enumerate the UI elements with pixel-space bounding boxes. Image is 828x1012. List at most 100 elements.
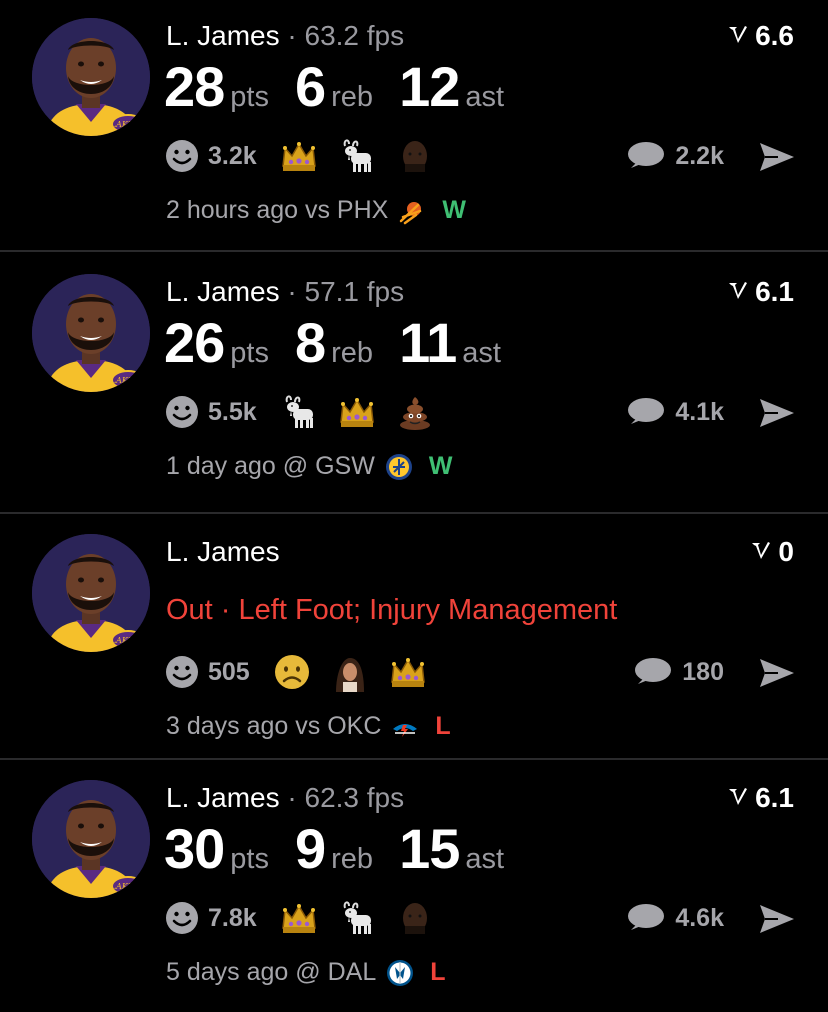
crown-icon[interactable] [279,898,319,938]
rating-icon [727,276,749,308]
crown-icon[interactable] [337,392,377,432]
comments-button[interactable]: 180 [632,656,724,688]
share-button[interactable] [758,140,796,174]
svg-text:LAKERS: LAKERS [110,120,146,129]
svg-text:LAKERS: LAKERS [110,636,146,645]
game-result: W [428,452,453,480]
comments-button[interactable]: 2.2k [625,140,724,172]
reaction-count: 505 [208,657,250,686]
reaction-button[interactable]: 505 [164,654,250,690]
game-result: L [430,958,446,986]
share-button[interactable] [758,656,796,690]
reaction-count: 7.8k [208,903,257,932]
game-time-opponent[interactable]: 2 hours ago vs PHX [166,196,388,225]
player-name-line: L. James · 57.1 fps [166,276,404,308]
comment-count: 4.1k [675,397,724,426]
game-meta: 1 day ago @ GSW W [166,452,452,481]
comment-count: 180 [682,657,724,686]
comment-bubble-icon [628,398,665,424]
stat-value: 11 [399,311,457,374]
share-button[interactable] [758,396,796,430]
fps-label: · 57.1 fps [279,276,405,307]
stat-value: 30 [164,817,225,880]
goat-icon[interactable] [337,898,377,938]
player-avatar[interactable]: LAKERS [32,780,150,898]
reactions-row: 3.2k [164,136,453,176]
game-result: L [435,712,451,740]
reactions-row: 505 [164,652,446,692]
reactions-row: 7.8k [164,898,453,938]
comment-bubble-icon [628,142,665,168]
face-photo-icon[interactable] [394,898,435,938]
comment-bubble-icon [628,904,665,930]
crown-icon[interactable] [279,136,319,176]
warriors-logo-icon [385,453,413,481]
paper-plane-icon [760,905,794,933]
sad-face-icon[interactable] [272,652,312,692]
comment-bubble-icon [635,658,672,684]
stat-unit: ast [465,843,505,875]
rating-score: 6.1 [727,276,794,308]
reaction-button[interactable]: 3.2k [164,138,257,174]
rating-icon [750,536,772,568]
player-avatar[interactable]: LAKERS [32,534,150,652]
stat-value: 15 [399,817,460,880]
share-button[interactable] [758,902,796,936]
stat-unit: pts [230,843,269,875]
stat-line: 26 pts 8 reb 11 ast [164,310,527,375]
rating-score: 6.1 [727,782,794,814]
comments-button[interactable]: 4.1k [625,396,724,428]
smiley-icon [166,656,198,688]
game-card[interactable]: LAKERS L. James · 63.2 fps 6.6 28 pts 6 reb 12… [0,0,828,250]
reaction-count: 5.5k [208,397,257,426]
fps-label: · 62.3 fps [279,782,405,813]
poop-icon[interactable] [395,392,435,432]
rating-icon [727,782,749,814]
game-card[interactable]: LAKERS L. James · 57.1 fps 6.1 26 pts 8 reb 11… [0,256,828,506]
player-name[interactable]: L. James [166,276,280,307]
reaction-button[interactable]: 7.8k [164,900,257,936]
game-meta: 2 hours ago vs PHX W [166,196,466,225]
player-name[interactable]: L. James [166,536,280,567]
game-time-opponent[interactable]: 3 days ago vs OKC [166,712,381,741]
stat-line: 30 pts 9 reb 15 ast [164,816,530,881]
player-name-line: L. James · 62.3 fps [166,782,404,814]
goat-icon[interactable] [337,136,377,176]
player-avatar[interactable]: LAKERS [32,18,150,136]
game-card[interactable]: LAKERS L. James · 62.3 fps 6.1 30 pts 9 reb 15… [0,762,828,1012]
person-photo-icon[interactable] [329,652,370,692]
player-avatar[interactable]: LAKERS [32,274,150,392]
game-card[interactable]: LAKERS L. James 0 Out · Left Foot; Injury … [0,516,828,766]
crown-icon[interactable] [388,652,428,692]
rating-value: 6.6 [755,20,794,51]
reaction-button[interactable]: 5.5k [164,394,257,430]
stat-unit: reb [331,337,374,369]
rating-score: 6.6 [727,20,794,52]
comment-count: 4.6k [675,903,724,932]
stat-value: 28 [164,55,225,118]
player-name[interactable]: L. James [166,20,280,51]
fps-value: 63.2 fps [304,20,405,51]
rating-value: 0 [778,536,794,567]
rating-value: 6.1 [755,276,794,307]
stat-unit: ast [465,81,505,113]
smiley-icon [166,902,198,934]
card-divider [0,758,828,760]
goat-icon[interactable] [279,392,319,432]
game-result: W [442,196,466,224]
stat-value: 6 [294,55,326,118]
stat-line: 28 pts 6 reb 12 ast [164,54,530,119]
paper-plane-icon [760,399,794,427]
game-time-opponent[interactable]: 5 days ago @ DAL [166,958,376,987]
rating-icon [727,20,749,52]
face-photo-icon[interactable] [394,136,435,176]
game-meta: 3 days ago vs OKC L [166,712,451,741]
svg-text:LAKERS: LAKERS [110,882,146,891]
game-time-opponent[interactable]: 1 day ago @ GSW [166,452,375,481]
player-name[interactable]: L. James [166,782,280,813]
comments-button[interactable]: 4.6k [625,902,724,934]
injury-status: Out · Left Foot; Injury Management [166,594,618,626]
player-name-line: L. James [166,536,280,568]
smiley-icon [166,396,198,428]
stat-unit: pts [230,337,269,369]
